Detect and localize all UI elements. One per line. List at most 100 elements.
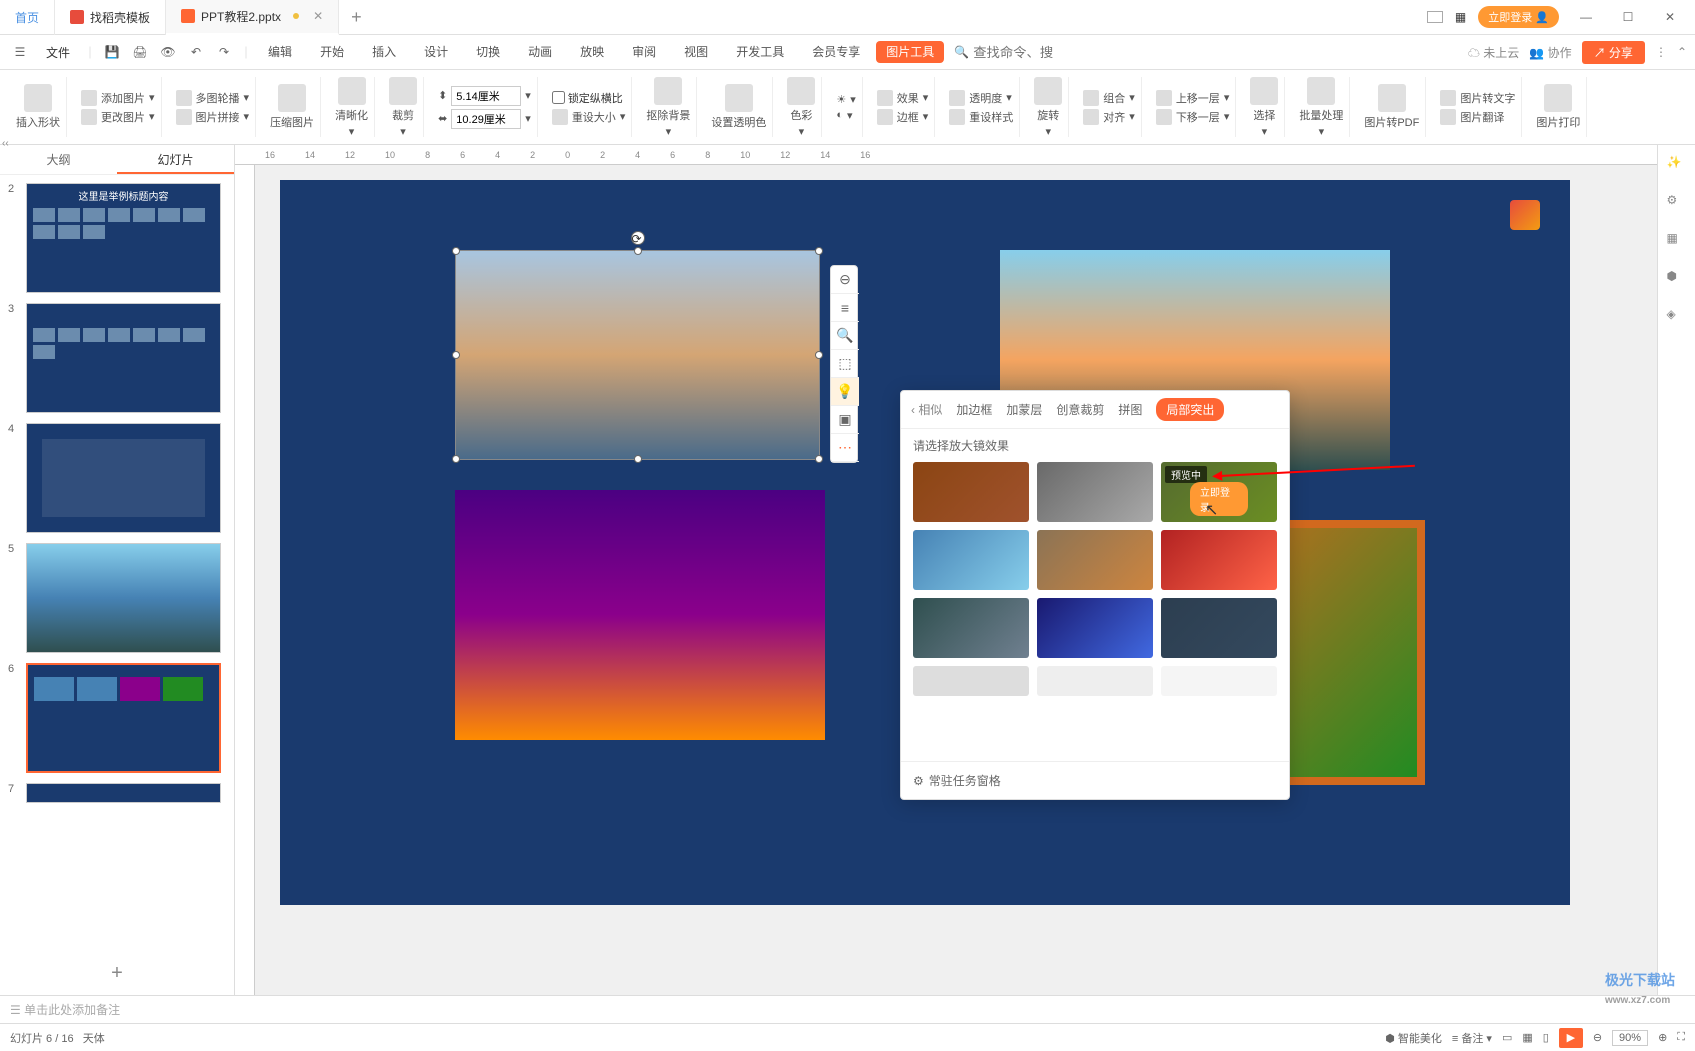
resize-handle-n[interactable]	[634, 247, 642, 255]
zoom-level[interactable]: 90%	[1612, 1030, 1648, 1046]
layout-icon[interactable]	[1427, 11, 1443, 23]
menu-insert[interactable]: 插入	[360, 35, 408, 70]
effect-item-7[interactable]	[913, 598, 1029, 658]
select-button[interactable]: 选择 ▾	[1250, 77, 1278, 138]
popup-tab-mask[interactable]: 加蒙层	[1006, 401, 1042, 418]
reset-size-button[interactable]: 重设大小 ▾	[552, 109, 626, 125]
reset-style-button[interactable]: 重设样式	[949, 109, 1013, 125]
to-pdf-button[interactable]: 图片转PDF	[1364, 84, 1419, 130]
menu-animation[interactable]: 动画	[516, 35, 564, 70]
image-bottom-left[interactable]	[455, 490, 825, 740]
rs-template-icon[interactable]: ▦	[1667, 231, 1687, 251]
rs-design-icon[interactable]: ✨	[1667, 155, 1687, 175]
to-text-button[interactable]: 图片转文字	[1440, 90, 1515, 106]
clarity-button[interactable]: 清晰化 ▾	[335, 77, 368, 138]
transparency-button[interactable]: 透明度 ▾	[949, 90, 1013, 106]
cloud-status[interactable]: ☁ 未上云	[1468, 44, 1519, 61]
slide-thumb-7[interactable]: 7	[8, 783, 226, 803]
change-image-button[interactable]: 更改图片 ▾	[81, 109, 155, 125]
rotate-handle[interactable]: ⟳	[631, 231, 645, 245]
rs-material-icon[interactable]: ⬢	[1667, 269, 1687, 289]
apps-icon[interactable]: ▦	[1455, 10, 1466, 24]
share-button[interactable]: ↗ 分享	[1582, 41, 1645, 64]
menu-slideshow[interactable]: 放映	[568, 35, 616, 70]
remove-bg-button[interactable]: 抠除背景 ▾	[646, 77, 690, 138]
crop-button[interactable]: 裁剪 ▾	[389, 77, 417, 138]
effect-button[interactable]: 效果 ▾	[877, 90, 929, 106]
view-reading-icon[interactable]: ▯	[1543, 1031, 1549, 1044]
effect-item-5[interactable]	[1037, 530, 1153, 590]
effect-item-1[interactable]	[913, 462, 1029, 522]
notes-toggle-button[interactable]: ≡ 备注 ▾	[1452, 1030, 1492, 1046]
resize-handle-w[interactable]	[452, 351, 460, 359]
menu-design[interactable]: 设计	[412, 35, 460, 70]
color-button[interactable]: 色彩 ▾	[787, 77, 815, 138]
insert-shape-button[interactable]: 插入形状	[16, 84, 60, 130]
resize-handle-e[interactable]	[815, 351, 823, 359]
search-input[interactable]	[973, 45, 1053, 60]
slide-thumb-4[interactable]: 4	[8, 423, 226, 533]
rotate-button[interactable]: 旋转 ▾	[1034, 77, 1062, 138]
slide-thumb-6[interactable]: 6	[8, 663, 226, 773]
print-icon[interactable]: 🖨	[128, 40, 152, 64]
notes-bar[interactable]: ☰ 单击此处添加备注	[0, 995, 1695, 1023]
login-button[interactable]: 立即登录 👤	[1478, 6, 1559, 28]
zoom-in-button[interactable]: ⊕	[1658, 1031, 1667, 1044]
float-bulb-icon[interactable]: 💡	[831, 378, 859, 406]
float-more-icon[interactable]: ⋯	[831, 434, 859, 462]
collapse-left-icon[interactable]: ‹‹	[2, 138, 9, 149]
smart-beautify-button[interactable]: ⬢ 智能美化	[1385, 1030, 1442, 1046]
combine-button[interactable]: 组合 ▾	[1083, 90, 1135, 106]
tab-home[interactable]: 首页	[0, 0, 55, 35]
search-icon[interactable]: 🔍	[954, 45, 969, 59]
brightness-button[interactable]: ☀ ▾	[836, 93, 855, 106]
effect-item-8[interactable]	[1037, 598, 1153, 658]
effect-item-10[interactable]	[913, 666, 1029, 696]
effect-item-4[interactable]	[913, 530, 1029, 590]
view-normal-icon[interactable]: ▭	[1502, 1031, 1512, 1044]
effect-item-2[interactable]	[1037, 462, 1153, 522]
resize-handle-sw[interactable]	[452, 455, 460, 463]
menu-review[interactable]: 审阅	[620, 35, 668, 70]
menu-transition[interactable]: 切换	[464, 35, 512, 70]
panel-tab-outline[interactable]: 大纲	[0, 145, 117, 174]
save-icon[interactable]: 💾	[100, 40, 124, 64]
float-minus-icon[interactable]: ⊖	[831, 266, 859, 294]
border-button[interactable]: 边框 ▾	[877, 109, 929, 125]
popup-footer[interactable]: ⚙常驻任务窗格	[901, 761, 1289, 799]
window-close[interactable]: ✕	[1655, 10, 1685, 24]
undo-icon[interactable]: ↶	[184, 40, 208, 64]
resize-handle-ne[interactable]	[815, 247, 823, 255]
popup-tab-creative[interactable]: 创意裁剪	[1056, 401, 1104, 418]
down-layer-button[interactable]: 下移一层 ▾	[1156, 109, 1230, 125]
float-zoom-icon[interactable]: 🔍	[831, 322, 859, 350]
float-frame-icon[interactable]: ▣	[831, 406, 859, 434]
print-image-button[interactable]: 图片打印	[1536, 84, 1580, 130]
slide-canvas[interactable]: ⟳ ⊖ ≡ 🔍 ⬚ 💡 ▣ ⋯	[280, 180, 1570, 905]
slide-thumb-5[interactable]: 5	[8, 543, 226, 653]
up-layer-button[interactable]: 上移一层 ▾	[1156, 90, 1230, 106]
popup-back-button[interactable]: ‹ 相似	[911, 401, 942, 418]
slide-list[interactable]: 2 这里是举例标题内容 3 4 5 6 7	[0, 175, 234, 952]
popup-tab-border[interactable]: 加边框	[956, 401, 992, 418]
window-minimize[interactable]: —	[1571, 10, 1601, 24]
window-maximize[interactable]: ☐	[1613, 10, 1643, 24]
resize-handle-s[interactable]	[634, 455, 642, 463]
menu-collapse[interactable]: ⌃	[1677, 45, 1687, 59]
height-input[interactable]	[451, 109, 521, 129]
view-sorter-icon[interactable]: ▦	[1522, 1031, 1532, 1044]
compress-button[interactable]: 压缩图片	[270, 84, 314, 130]
resize-handle-se[interactable]	[815, 455, 823, 463]
popup-tab-highlight[interactable]: 局部突出	[1156, 398, 1224, 421]
effect-item-11[interactable]	[1037, 666, 1153, 696]
add-image-button[interactable]: 添加图片 ▾	[81, 90, 155, 106]
popup-tab-collage[interactable]: 拼图	[1118, 401, 1142, 418]
play-button[interactable]: ▶	[1559, 1028, 1583, 1048]
effect-item-12[interactable]	[1161, 666, 1277, 696]
transparent-color-button[interactable]: 设置透明色	[711, 84, 766, 130]
menu-edit[interactable]: 编辑	[256, 35, 304, 70]
rs-settings-icon[interactable]: ⚙	[1667, 193, 1687, 213]
menu-devtools[interactable]: 开发工具	[724, 35, 796, 70]
menu-view[interactable]: 视图	[672, 35, 720, 70]
multi-outline-button[interactable]: 多图轮播 ▾	[176, 90, 250, 106]
